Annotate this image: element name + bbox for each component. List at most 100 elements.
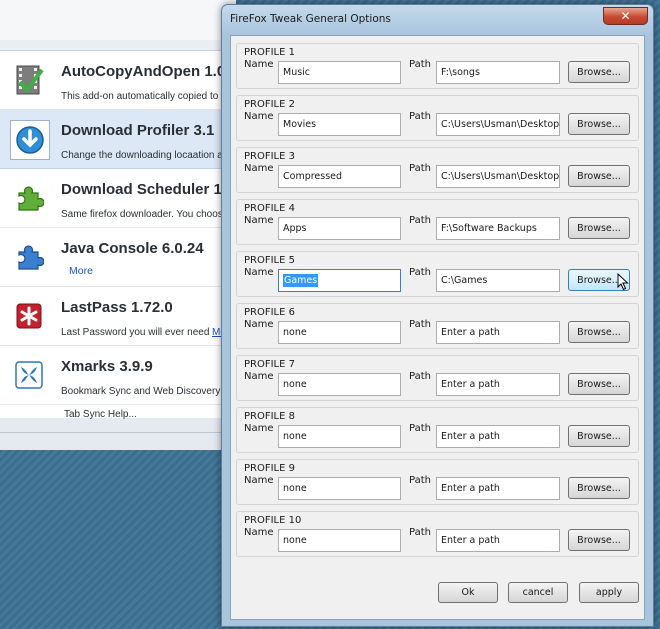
profile-group-3: PROFILE 3 Name Compressed Path C:\Users\Usma… <box>236 147 639 193</box>
browse-button[interactable]: Browse... <box>568 321 630 343</box>
profile-group-6: PROFILE 6 Name none Path Enter a path Browse.… <box>236 303 639 349</box>
profile-path-input[interactable]: Enter a path <box>436 321 560 344</box>
name-label: Name <box>244 319 274 330</box>
addon-item-java-console[interactable]: Java Console 6.0.24 More <box>0 228 236 287</box>
browse-button[interactable]: Browse... <box>568 61 630 83</box>
path-label: Path <box>409 527 431 538</box>
addons-window: AutoCopyAndOpen 1.0 This add-on automati… <box>0 0 236 450</box>
truncated-addon-text: Tab Sync Help... <box>64 409 137 420</box>
input-value: Enter a path <box>441 379 500 390</box>
addon-item-lastpass[interactable]: LastPass 1.72.0 Last Password you will e… <box>0 287 236 346</box>
profile-name-input[interactable]: Movies <box>278 113 401 136</box>
addon-item-autocopyandopen[interactable]: AutoCopyAndOpen 1.0 This add-on automati… <box>0 51 236 110</box>
xmarks-butterfly-icon <box>12 358 46 392</box>
puzzle-piece-icon <box>12 181 46 215</box>
options-dialog: FireFox Tweak General Options ✕ PROFILE … <box>221 4 654 627</box>
addon-name: Xmarks 3.9.9 <box>61 358 153 375</box>
input-value: none <box>283 483 307 494</box>
cancel-button[interactable]: cancel <box>508 582 568 603</box>
addon-item-xmarks[interactable]: Xmarks 3.9.9 Bookmark Sync and Web Disco… <box>0 346 236 405</box>
profile-name-input[interactable]: none <box>278 529 401 552</box>
profile-name-input[interactable]: none <box>278 425 401 448</box>
profile-name-input[interactable]: Compressed <box>278 165 401 188</box>
puzzle-piece-blue-icon <box>12 240 46 274</box>
input-value: Enter a path <box>441 431 500 442</box>
film-check-icon <box>12 63 46 97</box>
path-label: Path <box>409 319 431 330</box>
mouse-cursor-icon <box>617 272 629 291</box>
browse-button[interactable]: Browse... <box>568 217 630 239</box>
name-label: Name <box>244 163 274 174</box>
profile-group-2: PROFILE 2 Name Movies Path C:\Users\Usman\De… <box>236 95 639 141</box>
input-value: none <box>283 431 307 442</box>
profile-name-input[interactable]: none <box>278 373 401 396</box>
profile-group-5: PROFILE 5 Name Games Path C:\Games Browse... <box>236 251 639 297</box>
dialog-titlebar[interactable]: FireFox Tweak General Options ✕ <box>222 5 653 35</box>
ok-button[interactable]: Ok <box>438 582 498 603</box>
profile-path-input[interactable]: C:\Users\Usman\Desktop\M <box>436 113 560 136</box>
profile-title: PROFILE 10 <box>244 515 302 526</box>
profile-title: PROFILE 8 <box>244 411 295 422</box>
browse-button[interactable]: Browse... <box>568 113 630 135</box>
input-value: F:\songs <box>441 67 480 78</box>
browse-button[interactable]: Browse... <box>568 529 630 551</box>
input-value: Compressed <box>283 171 343 182</box>
path-label: Path <box>409 59 431 70</box>
profile-path-input[interactable]: Enter a path <box>436 425 560 448</box>
addon-name: Java Console 6.0.24 <box>61 240 204 257</box>
input-value: C:\Users\Usman\Desktop\M <box>441 119 560 130</box>
name-label: Name <box>244 475 274 486</box>
more-link[interactable]: More <box>69 265 93 277</box>
addon-description: Bookmark Sync and Web Discovery <box>61 386 221 397</box>
profile-title: PROFILE 7 <box>244 359 295 370</box>
addon-item-download-profiler[interactable]: Download Profiler 3.1 Change the downloa… <box>0 110 236 169</box>
path-label: Path <box>409 215 431 226</box>
profile-name-input[interactable]: none <box>278 321 401 344</box>
addon-description: This add-on automatically copied to <box>61 91 219 102</box>
profile-title: PROFILE 6 <box>244 307 295 318</box>
addons-statusbar: Tab Sync Help... <box>0 409 236 450</box>
input-value: none <box>283 379 307 390</box>
profile-group-9: PROFILE 9 Name none Path Enter a path Browse.… <box>236 459 639 505</box>
profile-group-1: PROFILE 1 Name Music Path F:\songs Browse... <box>236 43 639 89</box>
profile-name-input[interactable]: Music <box>278 61 401 84</box>
browse-button[interactable]: Browse... <box>568 425 630 447</box>
profile-title: PROFILE 9 <box>244 463 295 474</box>
profile-path-input[interactable]: Enter a path <box>436 477 560 500</box>
profile-path-input[interactable]: C:\Games <box>436 269 560 292</box>
browse-button[interactable]: Browse... <box>568 477 630 499</box>
profile-path-input[interactable]: Enter a path <box>436 529 560 552</box>
addon-item-download-scheduler[interactable]: Download Scheduler 1 Same firefox downlo… <box>0 169 236 228</box>
profile-path-input[interactable]: Enter a path <box>436 373 560 396</box>
dialog-content: PROFILE 1 Name Music Path F:\songs Browse... P… <box>230 35 645 620</box>
profile-path-input[interactable]: C:\Users\Usman\Desktop\C <box>436 165 560 188</box>
path-label: Path <box>409 163 431 174</box>
name-label: Name <box>244 267 274 278</box>
close-button[interactable]: ✕ <box>603 7 648 25</box>
input-value: none <box>283 327 307 338</box>
name-label: Name <box>244 111 274 122</box>
profile-name-input[interactable]: Apps <box>278 217 401 240</box>
input-value: Movies <box>283 119 317 130</box>
name-label: Name <box>244 215 274 226</box>
profile-name-input[interactable]: none <box>278 477 401 500</box>
path-label: Path <box>409 423 431 434</box>
profile-path-input[interactable]: F:\songs <box>436 61 560 84</box>
input-value: Apps <box>283 223 307 234</box>
addon-list: AutoCopyAndOpen 1.0 This add-on automati… <box>0 50 236 418</box>
name-label: Name <box>244 423 274 434</box>
profile-name-input[interactable]: Games <box>278 269 401 292</box>
addon-name: Download Profiler 3.1 <box>61 122 215 139</box>
path-label: Path <box>409 267 431 278</box>
browse-button[interactable]: Browse... <box>568 165 630 187</box>
profile-group-8: PROFILE 8 Name none Path Enter a path Browse.… <box>236 407 639 453</box>
browse-button[interactable]: Browse... <box>568 373 630 395</box>
path-label: Path <box>409 111 431 122</box>
profile-path-input[interactable]: F:\Software Backups <box>436 217 560 240</box>
name-label: Name <box>244 59 274 70</box>
dialog-title: FireFox Tweak General Options <box>230 13 391 25</box>
apply-button[interactable]: apply <box>579 582 639 603</box>
input-value: Enter a path <box>441 327 500 338</box>
addon-name: Download Scheduler 1 <box>61 181 222 198</box>
profile-title: PROFILE 3 <box>244 151 295 162</box>
